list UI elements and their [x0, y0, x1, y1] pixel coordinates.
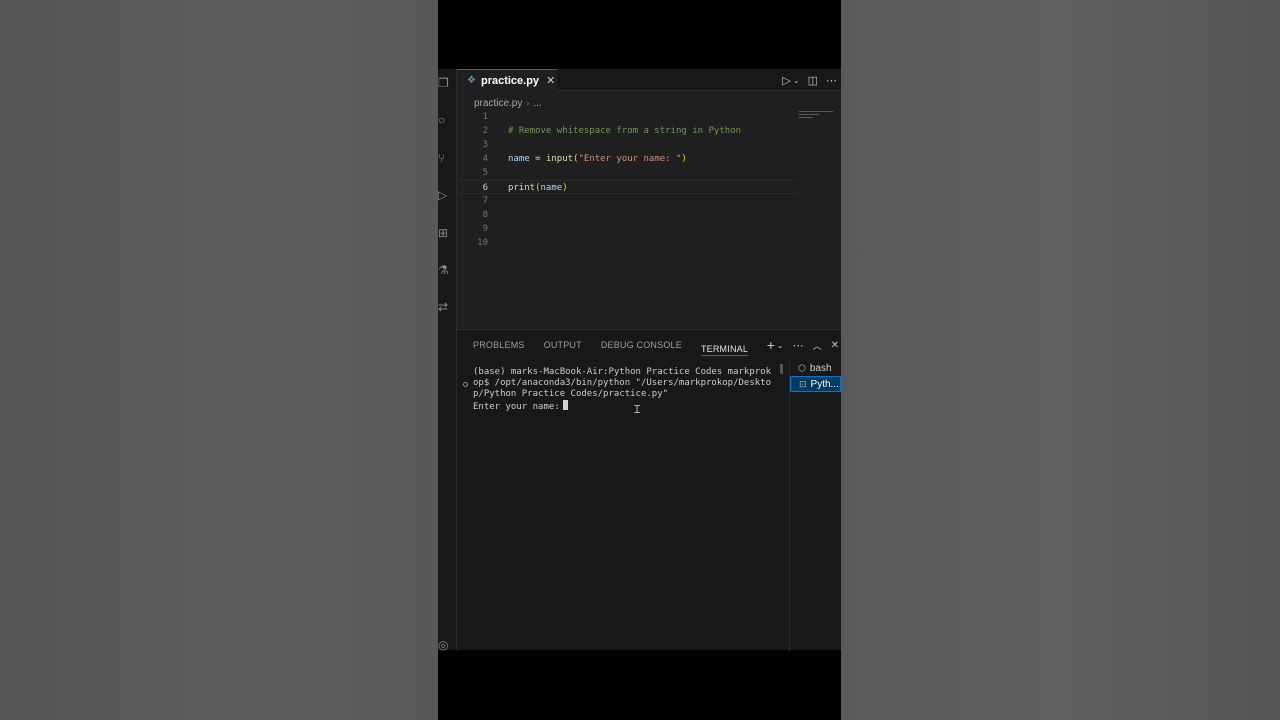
- line-number: 9: [482, 224, 488, 234]
- new-terminal-icon[interactable]: +: [767, 337, 775, 353]
- breadcrumb: practice.py › ...: [474, 96, 542, 110]
- terminal-line: op$ /opt/anaconda3/bin/python "/Users/ma…: [473, 378, 772, 388]
- split-editor-icon[interactable]: ◫: [808, 74, 818, 87]
- terminal-list: ⬡ bash ⊡ Pyth...: [789, 360, 841, 651]
- code-text: # Remove whitespace from a string in Pyt…: [508, 124, 741, 138]
- editor-tab-bar: ❖ practice.py ✕ ▷ ⌄ ◫ ⋯: [457, 69, 841, 91]
- tab-practice-py[interactable]: ❖ practice.py ✕: [457, 69, 557, 91]
- code-token: print: [508, 183, 536, 193]
- line-number: 3: [482, 140, 488, 150]
- breadcrumb-separator: ›: [526, 98, 530, 108]
- minimap[interactable]: [799, 111, 835, 123]
- maximize-panel-icon[interactable]: ︿: [813, 339, 822, 352]
- code-line[interactable]: 7: [457, 194, 797, 208]
- code-line[interactable]: 3: [457, 138, 797, 152]
- bottom-panel: PROBLEMS OUTPUT DEBUG CONSOLE TERMINAL + ⌄ …: [457, 329, 841, 651]
- left-blurred-background: [0, 0, 438, 720]
- code-editor[interactable]: 1 2 # Remove whitespace from a string in P…: [457, 110, 797, 250]
- code-token: "Enter your name: ": [578, 154, 682, 164]
- code-token: ): [681, 154, 687, 164]
- editor-actions: ▷ ⌄ ◫ ⋯: [782, 69, 837, 91]
- activity-bar: ❐ ○ ⑂ ▷ ⊞ ⚗ ⇄ ◎: [438, 69, 457, 651]
- tab-problems[interactable]: PROBLEMS: [473, 330, 525, 360]
- breadcrumb-file[interactable]: practice.py: [474, 98, 522, 109]
- terminal-output[interactable]: (base) marks-MacBook-Air:Python Practice…: [473, 367, 773, 413]
- code-line[interactable]: 2 # Remove whitespace from a string in Py…: [457, 124, 797, 138]
- terminal-instance[interactable]: ⊡ Pyth...: [790, 376, 841, 392]
- run-debug-icon[interactable]: ▷: [438, 189, 450, 201]
- close-panel-icon[interactable]: ✕: [831, 340, 839, 351]
- terminal-line: (base) marks-MacBook-Air:Python Practice…: [473, 367, 772, 377]
- code-token: =: [529, 154, 546, 164]
- code-token: # Remove whitespace from a string in Pyt…: [508, 126, 741, 136]
- code-text: name = input("Enter your name: "): [508, 152, 687, 166]
- python-file-icon: ❖: [467, 75, 476, 86]
- line-number: 6: [482, 183, 488, 193]
- line-number: 10: [477, 238, 488, 248]
- line-number: 1: [482, 112, 488, 122]
- extensions-icon[interactable]: ⊞: [438, 227, 450, 239]
- code-token: name: [508, 154, 530, 164]
- code-line[interactable]: 4 name = input("Enter your name: "): [457, 152, 797, 166]
- video-frame: ❐ ○ ⑂ ▷ ⊞ ⚗ ⇄ ◎ ❖ practice.py ✕ ▷ ⌄ ◫ ⋯ …: [438, 0, 841, 720]
- tab-terminal[interactable]: TERMINAL: [700, 334, 749, 356]
- terminal-prompt: Enter your name:: [473, 402, 560, 412]
- explorer-icon[interactable]: ❐: [438, 77, 450, 89]
- code-line[interactable]: 9: [457, 222, 797, 236]
- panel-tabs: PROBLEMS OUTPUT DEBUG CONSOLE TERMINAL: [473, 330, 767, 360]
- terminal-line: p/Python Practice Codes/practice.py": [473, 389, 669, 399]
- accounts-icon[interactable]: ◎: [438, 639, 450, 651]
- code-text: print(name): [508, 181, 568, 195]
- source-control-icon[interactable]: ⑂: [438, 152, 450, 164]
- code-line[interactable]: 5: [457, 166, 797, 180]
- code-line[interactable]: 6 print(name): [457, 180, 797, 194]
- right-blurred-background: [841, 0, 1280, 720]
- line-number: 2: [482, 126, 488, 136]
- terminal-instance[interactable]: ⬡ bash: [790, 360, 841, 376]
- line-number: 7: [482, 196, 488, 206]
- code-line[interactable]: 1: [457, 110, 797, 124]
- terminal-instance-label: Pyth...: [810, 378, 839, 390]
- command-decoration-icon[interactable]: [463, 382, 468, 387]
- terminal-bash-icon: ⬡: [798, 362, 806, 373]
- code-token: name: [540, 183, 563, 193]
- tab-label: practice.py: [480, 74, 540, 87]
- remote-explorer-icon[interactable]: ⇄: [438, 301, 450, 313]
- code-line[interactable]: 8: [457, 208, 797, 222]
- tab-debug-console[interactable]: DEBUG CONSOLE: [601, 330, 682, 360]
- search-icon[interactable]: ○: [438, 114, 450, 126]
- line-number: 4: [482, 154, 488, 164]
- panel-actions: + ⌄ ⋯ ︿ ✕: [767, 330, 839, 360]
- more-actions-icon[interactable]: ⋯: [793, 339, 804, 352]
- vscode-window: ❐ ○ ⑂ ▷ ⊞ ⚗ ⇄ ◎ ❖ practice.py ✕ ▷ ⌄ ◫ ⋯ …: [438, 69, 841, 651]
- more-actions-icon[interactable]: ⋯: [826, 74, 837, 87]
- terminal-python-icon: ⊡: [799, 378, 807, 389]
- chevron-down-icon[interactable]: ⌄: [777, 341, 784, 350]
- testing-icon[interactable]: ⚗: [438, 264, 450, 276]
- close-tab-icon[interactable]: ✕: [546, 74, 555, 87]
- line-number: 8: [482, 210, 488, 220]
- chevron-down-icon[interactable]: ⌄: [793, 76, 800, 85]
- terminal-scrollbar[interactable]: [780, 364, 783, 374]
- run-python-file-icon[interactable]: ▷: [782, 74, 790, 87]
- terminal-cursor: [562, 400, 568, 410]
- terminal-instance-label: bash: [809, 362, 832, 374]
- code-line[interactable]: 10: [457, 236, 797, 250]
- tab-output[interactable]: OUTPUT: [544, 330, 582, 360]
- code-token: input: [545, 154, 574, 164]
- code-token: ): [562, 183, 568, 193]
- line-number: 5: [482, 168, 488, 178]
- mouse-ibeam-cursor: Ɪ: [634, 404, 641, 416]
- breadcrumb-more[interactable]: ...: [533, 98, 541, 109]
